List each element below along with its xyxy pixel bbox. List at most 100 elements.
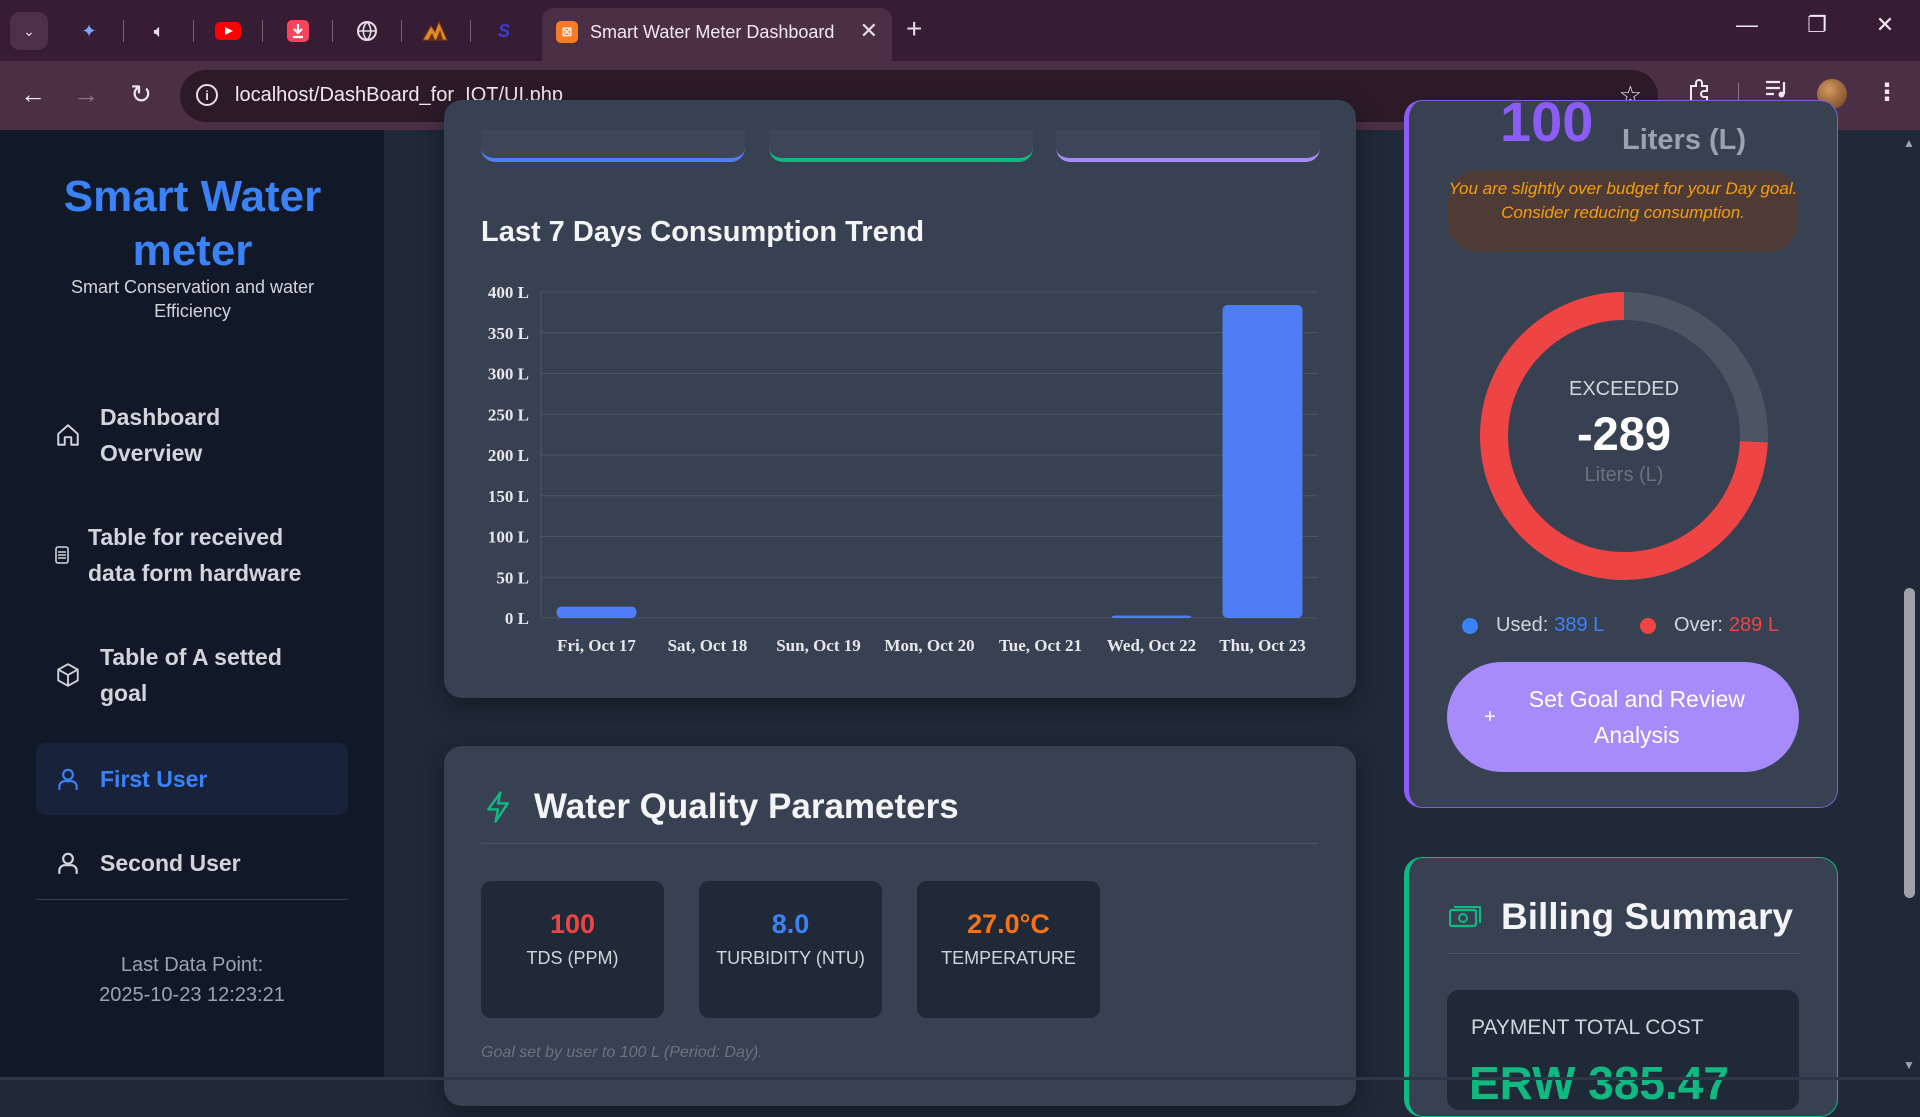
tab-separator [193,20,194,42]
tab-title: Smart Water Meter Dashboard [590,22,835,42]
y-tick-label: 300 L [488,365,529,384]
param-card-temperature: 27.0°C TEMPERATURE [917,881,1100,1018]
download-icon[interactable] [284,17,312,45]
last-data-point-label: Last Data Point: [120,954,264,976]
y-tick-label: 350 L [488,324,529,343]
home-icon [36,422,100,448]
gemini-icon[interactable]: ✦ [75,17,103,45]
scroll-up-arrow[interactable]: ▲ [1903,136,1915,150]
sidebar-item-first-user[interactable]: First User [36,743,348,815]
tab-separator [123,20,124,42]
tab-separator [332,20,333,42]
goal-note: Goal set by user to 100 L (Period: Day). [481,1044,763,1061]
minimize-icon[interactable]: — [1727,12,1767,38]
goal-big-value: 100 [1500,102,1594,150]
sidebar: Smart Water meter Smart Conservation and… [0,130,384,1080]
browser-tab-bar: ⌄ ✦ 🔈︎ S ⊠ Smart Water Meter Dashboard ✕… [0,0,1920,61]
donut-unit: Liters (L) [1584,464,1664,486]
brand-tagline: Smart Conservation and water Efficiency [70,277,315,321]
goal-big-unit: Liters (L) [1622,124,1747,156]
s-icon[interactable]: S [490,17,518,45]
list-icon [36,545,88,565]
money-icon [1448,906,1481,935]
bolt-icon [483,790,513,829]
consumption-bar-chart: 0 L 50 L 100 L 150 L 200 L 250 L 300 L 350 L 400… [488,283,1318,655]
payment-total-amount: ERW 385.47 [1469,1057,1729,1109]
sidebar-item-label: Table for received data form hardware [88,524,302,586]
scrollbar-thumb[interactable] [1904,588,1915,898]
stat-card-bottom-edge [769,130,1033,162]
x-tick-label: Mon, Oct 20 [884,636,974,655]
restore-icon[interactable]: ❐ [1797,12,1837,38]
x-tick-label: Tue, Oct 21 [999,636,1082,655]
youtube-icon[interactable] [214,17,242,45]
payment-total-label: PAYMENT TOTAL COST [1471,1016,1704,1039]
legend-over-label: Over: [1674,614,1723,636]
y-tick-label: 400 L [488,283,529,302]
plus-icon: + [1484,706,1496,728]
globe-icon[interactable] [353,17,381,45]
y-tick-label: 100 L [488,528,529,547]
user-icon [36,766,100,792]
legend-over-value: 289 L [1728,614,1779,636]
budget-warning: You are slightly over budget for your Da… [1448,170,1798,252]
site-info-icon[interactable]: i [196,84,218,106]
sidebar-item-dashboard[interactable]: Dashboard Overview [36,395,348,475]
y-tick-label: 0 L [505,609,529,628]
legend-used: Used: 389 L [1462,614,1604,637]
donut-label: EXCEEDED [1568,378,1680,400]
x-tick-label: Wed, Oct 22 [1107,636,1196,655]
set-goal-button-label: Set Goal and Review Analysis [1528,686,1745,748]
stat-card-bottom-edge [481,130,745,162]
param-value: 8.0 [771,909,810,939]
close-tab-icon[interactable]: ✕ [860,18,878,44]
user-icon [36,850,100,876]
legend-used-label: Used: [1496,614,1549,636]
y-tick-label: 200 L [488,446,529,465]
x-tick-label: Sat, Oct 18 [668,636,748,655]
param-value: 27.0°C [967,909,1050,939]
forward-icon[interactable]: → [69,79,103,110]
audio-icon[interactable]: 🔈︎ [145,17,173,45]
water-quality-title: Water Quality Parameters [534,787,959,826]
brand-title: Smart Water meter [63,172,322,275]
cube-icon [36,662,100,688]
bar [1222,305,1303,618]
menu-kebab-icon[interactable]: ⋮ [1870,78,1904,107]
param-card-tds: 100 TDS (PPM) [481,881,664,1018]
section-divider [1447,953,1799,954]
sidebar-item-label: Table of A setted goal [100,644,282,706]
window-close-icon[interactable]: ✕ [1865,12,1905,38]
last-data-point-value: 2025-10-23 12:23:21 [99,984,285,1006]
matlab-icon[interactable] [421,17,449,45]
tab-search-button[interactable]: ⌄ [10,12,48,50]
param-card-turbidity: 8.0 TURBIDITY (NTU) [699,881,882,1018]
active-tab[interactable]: ⊠ Smart Water Meter Dashboard ✕ [542,8,892,61]
sidebar-item-second-user[interactable]: Second User [36,827,348,899]
tab-separator [401,20,402,42]
sidebar-item-label: Dashboard Overview [100,404,221,466]
donut-value: -289 [1576,407,1672,460]
bar [1111,615,1192,618]
x-tick-label: Sun, Oct 19 [776,636,861,655]
legend-used-value: 389 L [1554,614,1605,636]
legend-dot [1462,617,1478,634]
sidebar-item-goal-table[interactable]: Table of A setted goal [36,635,348,715]
sidebar-item-label: Second User [100,850,241,876]
new-tab-button[interactable]: + [906,13,922,45]
sidebar-divider [36,899,348,900]
y-tick-label: 250 L [488,405,529,424]
section-divider [481,843,1318,844]
back-icon[interactable]: ← [16,79,50,110]
param-label: TEMPERATURE [941,948,1076,968]
scroll-down-arrow[interactable]: ▼ [1903,1058,1915,1072]
x-tick-label: Thu, Oct 23 [1219,636,1305,655]
x-tick-label: Fri, Oct 17 [557,636,636,655]
y-tick-label: 50 L [496,568,529,587]
sidebar-item-hardware-table[interactable]: Table for received data form hardware [36,515,348,595]
param-value: 100 [549,909,596,939]
last-data-point: Last Data Point: 2025-10-23 12:23:21 [36,950,348,1010]
sidebar-item-label: First User [100,766,208,792]
reload-icon[interactable]: ↻ [124,79,158,110]
set-goal-button[interactable]: + Set Goal and Review Analysis [1447,662,1799,772]
